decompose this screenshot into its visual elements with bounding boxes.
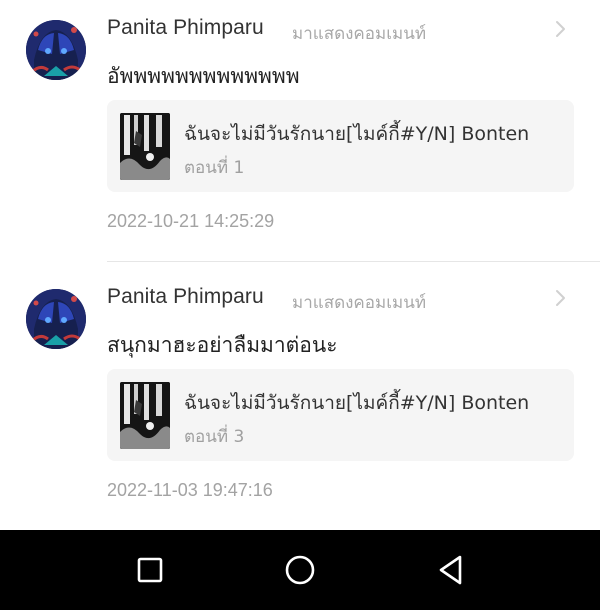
- comment-item[interactable]: Panita Phimparu มาแสดงคอมเมนท์ อัพพพพพพพ…: [0, 0, 600, 269]
- comment-action-label: มาแสดงคอมเมนท์: [292, 293, 427, 313]
- story-card[interactable]: ฉันจะไม่มีวันรักนาย[ไมค์กี้#Y/N] Bonten …: [107, 369, 574, 461]
- avatar[interactable]: [26, 20, 86, 80]
- home-icon[interactable]: [282, 552, 318, 588]
- system-navigation-bar: [0, 530, 600, 610]
- recent-apps-icon[interactable]: [132, 552, 168, 588]
- story-title: ฉันจะไม่มีวันรักนาย[ไมค์กี้#Y/N] Bonten: [184, 123, 530, 145]
- story-title: ฉันจะไม่มีวันรักนาย[ไมค์กี้#Y/N] Bonten: [184, 392, 530, 414]
- episode-label: ตอนที่ 1: [184, 158, 245, 178]
- back-icon[interactable]: [433, 552, 469, 588]
- divider: [107, 261, 600, 262]
- chevron-right-icon[interactable]: [552, 289, 568, 307]
- comment-text: สนุกมาฮะอย่าลืมมาต่อนะ: [107, 333, 338, 357]
- story-card[interactable]: ฉันจะไม่มีวันรักนาย[ไมค์กี้#Y/N] Bonten …: [107, 100, 574, 192]
- comment-text: อัพพพพพพพพพพพพพ: [107, 64, 300, 88]
- avatar[interactable]: [26, 289, 86, 349]
- comment-feed: Panita Phimparu มาแสดงคอมเมนท์ อัพพพพพพพ…: [0, 0, 600, 530]
- comment-timestamp: 2022-11-03 19:47:16: [107, 480, 273, 500]
- episode-label: ตอนที่ 3: [184, 427, 245, 447]
- comment-timestamp: 2022-10-21 14:25:29: [107, 211, 275, 231]
- story-cover-image: [120, 382, 170, 449]
- chevron-right-icon[interactable]: [552, 20, 568, 38]
- story-cover-image: [120, 113, 170, 180]
- username[interactable]: Panita Phimparu: [107, 285, 264, 309]
- username[interactable]: Panita Phimparu: [107, 16, 264, 40]
- comment-item[interactable]: Panita Phimparu มาแสดงคอมเมนท์ สนุกมาฮะอ…: [0, 269, 600, 530]
- comment-action-label: มาแสดงคอมเมนท์: [292, 24, 427, 44]
